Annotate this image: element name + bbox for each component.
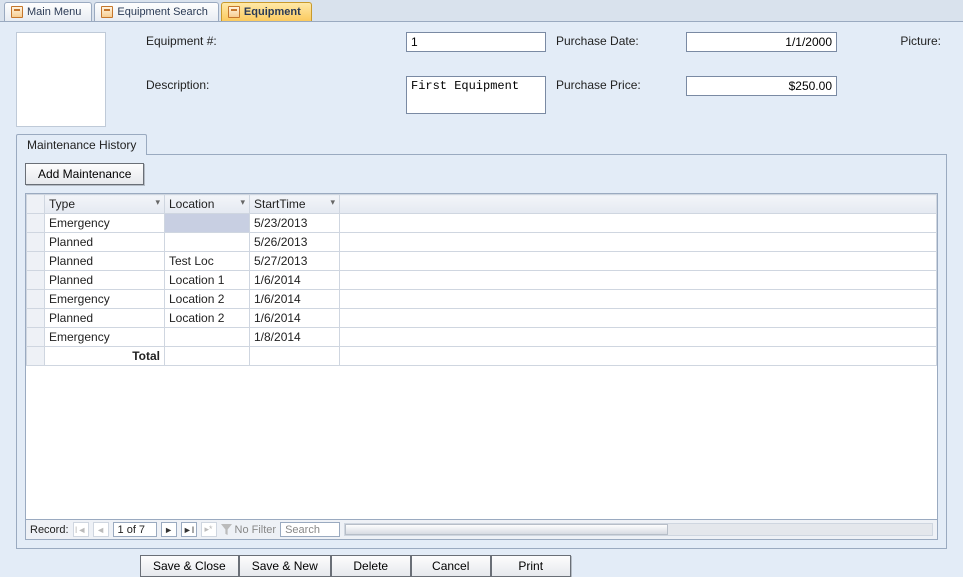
cell-blank — [340, 271, 937, 290]
table-row[interactable]: EmergencyLocation 21/6/2014 — [27, 290, 937, 309]
cell-location[interactable]: Location 1 — [165, 271, 250, 290]
record-navigator: Record: I◄ ◄ 1 of 7 ► ►I ▸* No Filter Se… — [26, 519, 937, 539]
add-maintenance-button[interactable]: Add Maintenance — [25, 163, 144, 185]
cell-location[interactable] — [165, 328, 250, 347]
row-selector[interactable] — [27, 252, 45, 271]
chevron-down-icon[interactable]: ▾ — [240, 197, 245, 208]
horizontal-scrollbar[interactable] — [344, 523, 933, 536]
cell-blank — [340, 328, 937, 347]
tab-label: Equipment Search — [117, 6, 208, 18]
record-position[interactable]: 1 of 7 — [113, 522, 157, 537]
table-row[interactable]: PlannedTest Loc5/27/2013 — [27, 252, 937, 271]
cancel-button[interactable]: Cancel — [411, 555, 491, 577]
row-selector-header[interactable] — [27, 195, 45, 214]
cell-blank — [340, 233, 937, 252]
cell-type[interactable]: Planned — [45, 233, 165, 252]
cell-starttime[interactable]: 1/6/2014 — [250, 309, 340, 328]
col-header-location[interactable]: Location▾ — [165, 195, 250, 214]
picture-label: Picture: — [847, 32, 947, 48]
form-icon — [228, 6, 240, 18]
save-new-button[interactable]: Save & New — [239, 555, 331, 577]
tab-equipment-search[interactable]: Equipment Search — [94, 2, 219, 21]
cell-blank — [340, 214, 937, 233]
col-header-starttime[interactable]: StartTime▾ — [250, 195, 340, 214]
form-header: Equipment #: Purchase Date: Picture: Des… — [0, 22, 963, 133]
purchase-date-field[interactable] — [686, 32, 837, 52]
tab-label: Equipment — [244, 6, 301, 18]
table-row[interactable]: Emergency 5/23/2013 — [27, 214, 937, 233]
purchase-date-label: Purchase Date: — [556, 32, 676, 48]
purchase-price-field[interactable] — [686, 76, 837, 96]
form-footer-buttons: Save & Close Save & New Delete Cancel Pr… — [0, 549, 963, 577]
scrollbar-thumb[interactable] — [345, 524, 668, 535]
cell-location[interactable]: Location 2 — [165, 309, 250, 328]
cell-type[interactable]: Emergency — [45, 214, 165, 233]
equipment-num-field[interactable] — [406, 32, 546, 52]
tab-maintenance-history[interactable]: Maintenance History — [16, 134, 147, 155]
picture-box[interactable] — [16, 32, 106, 127]
row-selector[interactable] — [27, 233, 45, 252]
nav-next-button[interactable]: ► — [161, 522, 177, 537]
cell-starttime[interactable]: 5/23/2013 — [250, 214, 340, 233]
row-selector[interactable] — [27, 309, 45, 328]
cell-starttime[interactable]: 5/27/2013 — [250, 252, 340, 271]
cell-location[interactable] — [165, 214, 250, 233]
row-selector[interactable] — [27, 271, 45, 290]
cell-type[interactable]: Emergency — [45, 290, 165, 309]
cell-type[interactable]: Planned — [45, 252, 165, 271]
maintenance-subform: Add Maintenance Type▾ Location▾ StartTim… — [16, 154, 947, 549]
table-row[interactable]: PlannedLocation 11/6/2014 — [27, 271, 937, 290]
chevron-down-icon[interactable]: ▾ — [155, 197, 160, 208]
nav-prev-button[interactable]: ◄ — [93, 522, 109, 537]
save-close-button[interactable]: Save & Close — [140, 555, 239, 577]
cell-blank — [340, 290, 937, 309]
nav-new-button[interactable]: ▸* — [201, 522, 217, 537]
window-tab-strip: Main Menu Equipment Search Equipment — [0, 0, 963, 22]
form-icon — [11, 6, 23, 18]
table-row[interactable]: PlannedLocation 21/6/2014 — [27, 309, 937, 328]
cell-starttime[interactable]: 1/6/2014 — [250, 290, 340, 309]
cell-location[interactable]: Test Loc — [165, 252, 250, 271]
no-filter-indicator[interactable]: No Filter — [221, 524, 277, 536]
cell-starttime[interactable]: 1/8/2014 — [250, 328, 340, 347]
cell-type[interactable]: Emergency — [45, 328, 165, 347]
tab-equipment[interactable]: Equipment — [221, 2, 312, 21]
cell-blank — [340, 309, 937, 328]
equipment-num-label: Equipment #: — [146, 32, 396, 48]
grid-header-row: Type▾ Location▾ StartTime▾ — [27, 195, 937, 214]
cell-starttime[interactable]: 5/26/2013 — [250, 233, 340, 252]
grid-empty-area — [26, 366, 937, 519]
tab-main-menu[interactable]: Main Menu — [4, 2, 92, 21]
cell-blank — [340, 252, 937, 271]
description-label: Description: — [146, 76, 396, 92]
nav-first-button[interactable]: I◄ — [73, 522, 89, 537]
total-label: Total — [45, 347, 165, 366]
cell-starttime[interactable]: 1/6/2014 — [250, 271, 340, 290]
chevron-down-icon[interactable]: ▾ — [330, 197, 335, 208]
cell-location[interactable] — [165, 233, 250, 252]
purchase-price-label: Purchase Price: — [556, 76, 676, 92]
tab-label: Main Menu — [27, 6, 81, 18]
maintenance-grid: Type▾ Location▾ StartTime▾ Emergency 5/23… — [25, 193, 938, 540]
table-total-row: Total — [27, 347, 937, 366]
print-button[interactable]: Print — [491, 555, 571, 577]
table-row[interactable]: Emergency 1/8/2014 — [27, 328, 937, 347]
table-row[interactable]: Planned 5/26/2013 — [27, 233, 937, 252]
cell-type[interactable]: Planned — [45, 271, 165, 290]
row-selector[interactable] — [27, 328, 45, 347]
cell-type[interactable]: Planned — [45, 309, 165, 328]
filter-icon — [221, 524, 232, 535]
delete-button[interactable]: Delete — [331, 555, 411, 577]
nav-last-button[interactable]: ►I — [181, 522, 197, 537]
row-selector[interactable] — [27, 214, 45, 233]
row-selector[interactable] — [27, 290, 45, 309]
description-field[interactable] — [406, 76, 546, 114]
col-header-blank — [340, 195, 937, 214]
search-input[interactable]: Search — [280, 522, 340, 537]
form-icon — [101, 6, 113, 18]
col-header-type[interactable]: Type▾ — [45, 195, 165, 214]
cell-location[interactable]: Location 2 — [165, 290, 250, 309]
record-label: Record: — [30, 524, 69, 536]
